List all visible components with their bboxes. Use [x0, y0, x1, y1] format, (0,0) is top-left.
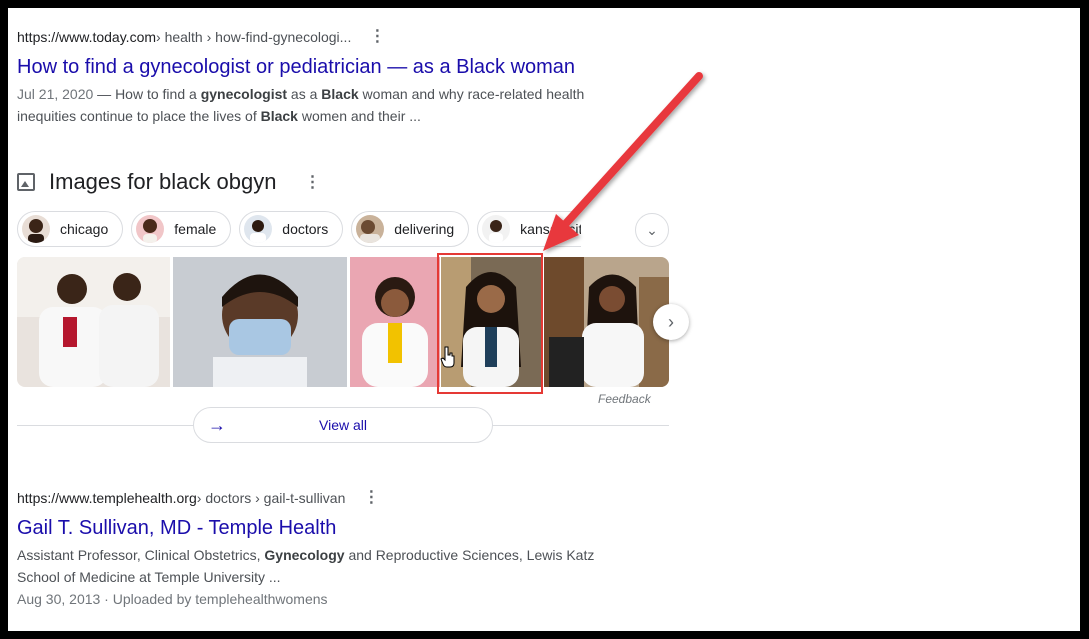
search-results-page: https://www.today.com › health › how-fin…: [8, 8, 1080, 631]
annotation-arrow: [543, 72, 703, 251]
